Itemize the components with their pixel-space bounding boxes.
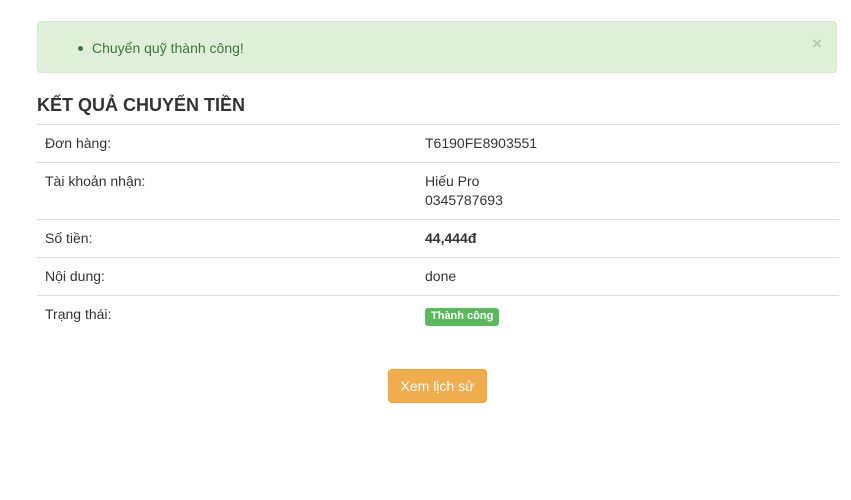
alert-message: Chuyển quỹ thành công! xyxy=(92,40,244,56)
view-history-button[interactable]: Xem lịch sử xyxy=(388,369,487,403)
amount-label: Số tiền: xyxy=(37,219,417,258)
order-value: T6190FE8903551 xyxy=(417,124,839,163)
amount-value: 44,444đ xyxy=(417,219,839,258)
success-alert: Chuyển quỹ thành công! × xyxy=(37,21,837,73)
account-name: Hiếu Pro xyxy=(425,173,480,189)
table-row-amount: Số tiền: 44,444đ xyxy=(37,219,839,258)
content-value: done xyxy=(417,257,839,296)
status-badge: Thành công xyxy=(425,308,500,326)
transfer-result-table: Đơn hàng: T6190FE8903551 Tài khoản nhận:… xyxy=(37,124,839,335)
status-cell: Thành công xyxy=(417,295,839,335)
table-row-account: Tài khoản nhận: Hiếu Pro 0345787693 xyxy=(37,162,839,220)
bullet-icon xyxy=(78,46,83,51)
content-label: Nội dung: xyxy=(37,257,417,296)
account-label: Tài khoản nhận: xyxy=(37,162,417,220)
page: Chuyển quỹ thành công! × KẾT QUẢ CHUYỂN … xyxy=(0,0,851,500)
order-label: Đơn hàng: xyxy=(37,124,417,163)
table-row-order: Đơn hàng: T6190FE8903551 xyxy=(37,124,839,163)
status-label: Trạng thái: xyxy=(37,295,417,335)
account-value: Hiếu Pro 0345787693 xyxy=(417,162,839,220)
table-row-content: Nội dung: done xyxy=(37,257,839,296)
page-title: KẾT QUẢ CHUYỂN TIỀN xyxy=(37,95,246,115)
close-icon[interactable]: × xyxy=(812,35,822,53)
table-row-status: Trạng thái: Thành công xyxy=(37,295,839,335)
account-number: 0345787693 xyxy=(425,192,503,208)
